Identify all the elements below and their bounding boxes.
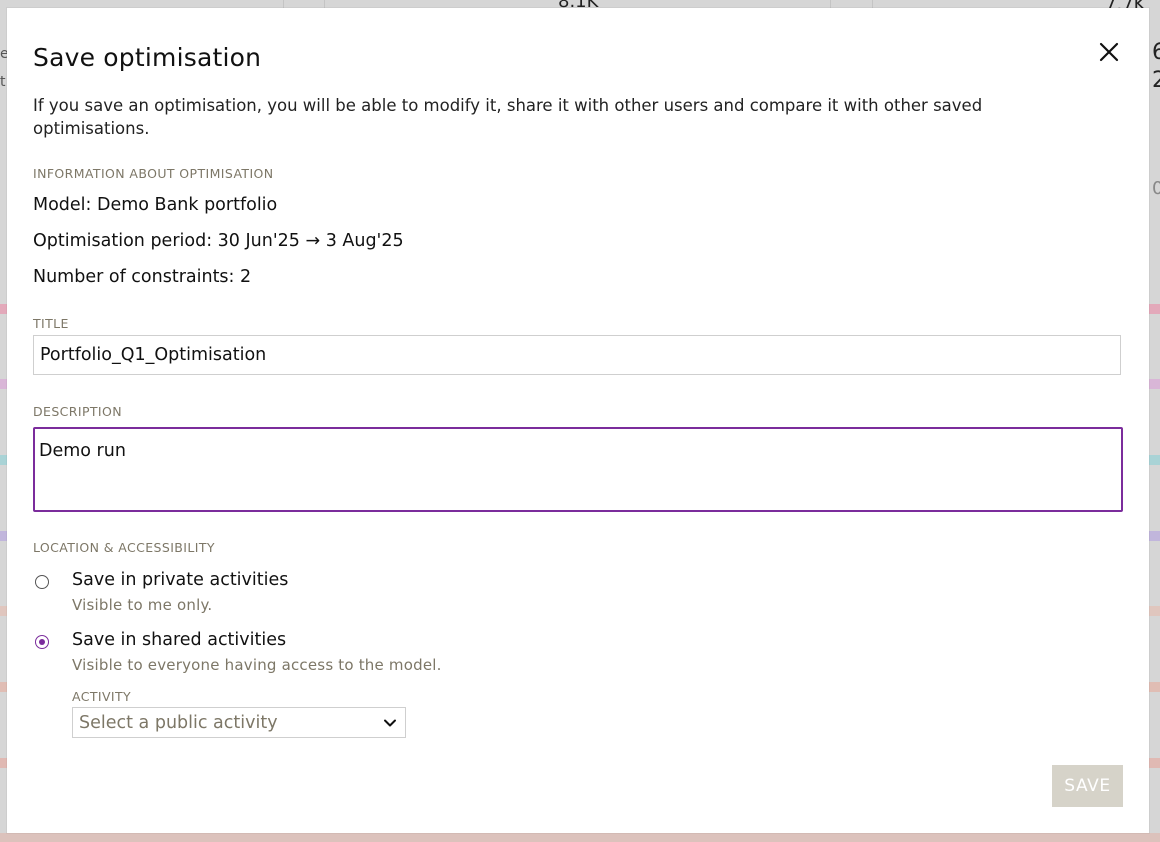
chevron-down-icon <box>384 719 396 727</box>
private-option-description: Visible to me only. <box>72 596 213 614</box>
dialog-title: Save optimisation <box>33 43 262 72</box>
shared-activities-option[interactable]: Save in shared activities Visible to eve… <box>33 630 733 680</box>
info-section-label: INFORMATION ABOUT OPTIMISATION <box>33 166 274 181</box>
model-info: Model: Demo Bank portfolio <box>33 195 278 215</box>
constraints-info: Number of constraints: 2 <box>33 267 252 287</box>
period-info: Optimisation period: 30 Jun'25 → 3 Aug'2… <box>33 231 404 251</box>
dialog-intro: If you save an optimisation, you will be… <box>33 96 983 138</box>
bg-edge-char: t <box>0 74 6 90</box>
shared-radio[interactable] <box>35 635 49 649</box>
save-button[interactable]: SAVE <box>1052 765 1123 807</box>
activity-field-label: ACTIVITY <box>72 689 132 704</box>
bg-edge-char: 2 <box>1152 68 1160 93</box>
title-field-label: TITLE <box>33 316 69 331</box>
private-activities-option[interactable]: Save in private activities Visible to me… <box>33 570 733 620</box>
location-section-label: LOCATION & ACCESSIBILITY <box>33 540 215 555</box>
private-option-label: Save in private activities <box>72 570 289 590</box>
description-field-label: DESCRIPTION <box>33 404 123 419</box>
description-textarea[interactable]: Demo run <box>33 427 1123 512</box>
bg-edge-char: 0 <box>1152 178 1160 199</box>
save-optimisation-dialog: Save optimisation If you save an optimis… <box>7 8 1149 833</box>
private-radio[interactable] <box>35 575 49 589</box>
shared-option-label: Save in shared activities <box>72 630 287 650</box>
close-icon <box>1099 42 1119 62</box>
close-button[interactable] <box>1095 38 1123 66</box>
title-input[interactable] <box>33 335 1121 375</box>
bg-stripe <box>0 833 1160 842</box>
activity-select[interactable]: Select a public activity <box>72 707 406 738</box>
shared-option-description: Visible to everyone having access to the… <box>72 656 442 674</box>
bg-edge-char: 6 <box>1152 40 1160 65</box>
activity-select-placeholder: Select a public activity <box>79 713 278 733</box>
